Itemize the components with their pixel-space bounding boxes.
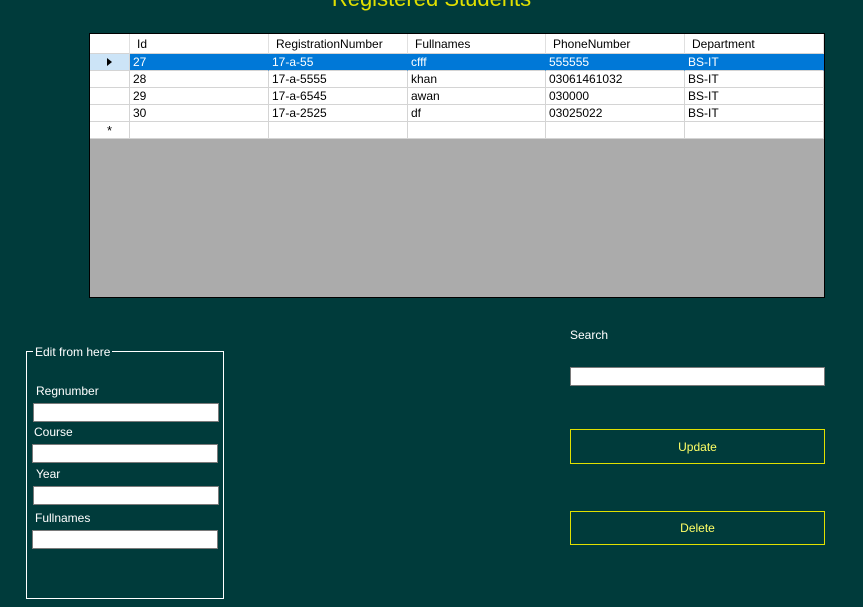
- cell-registration-number[interactable]: 17-a-55: [269, 54, 408, 71]
- table-row[interactable]: 27 17-a-55 cfff 555555 BS-IT: [90, 54, 824, 71]
- cell-registration-number[interactable]: 17-a-5555: [269, 71, 408, 88]
- cell-department[interactable]: BS-IT: [685, 71, 824, 88]
- new-row-star-icon[interactable]: *: [90, 122, 130, 139]
- fullnames-input[interactable]: [32, 530, 218, 549]
- update-button[interactable]: Update: [570, 429, 825, 464]
- grid-header-row: Id RegistrationNumber Fullnames PhoneNum…: [90, 34, 824, 54]
- new-cell-id[interactable]: [130, 122, 269, 139]
- search-label: Search: [570, 328, 609, 342]
- edit-groupbox-legend: Edit from here: [33, 345, 113, 359]
- table-row[interactable]: 28 17-a-5555 khan 03061461032 BS-IT: [90, 71, 824, 88]
- column-header-fullnames[interactable]: Fullnames: [408, 34, 546, 54]
- cell-phone-number[interactable]: 555555: [546, 54, 685, 71]
- new-cell-department[interactable]: [685, 122, 824, 139]
- course-input[interactable]: [32, 444, 218, 463]
- cell-registration-number[interactable]: 17-a-6545: [269, 88, 408, 105]
- cell-id[interactable]: 27: [130, 54, 269, 71]
- cell-department[interactable]: BS-IT: [685, 88, 824, 105]
- year-label: Year: [36, 467, 61, 481]
- students-data-grid[interactable]: Id RegistrationNumber Fullnames PhoneNum…: [89, 33, 825, 298]
- regnumber-label: Regnumber: [36, 384, 99, 398]
- delete-button[interactable]: Delete: [570, 511, 825, 545]
- row-header[interactable]: [90, 88, 130, 105]
- column-header-id[interactable]: Id: [130, 34, 269, 54]
- new-cell-phone-number[interactable]: [546, 122, 685, 139]
- cell-id[interactable]: 28: [130, 71, 269, 88]
- year-input[interactable]: [33, 486, 219, 505]
- column-header-department[interactable]: Department: [685, 34, 824, 54]
- cell-id[interactable]: 30: [130, 105, 269, 122]
- cell-department[interactable]: BS-IT: [685, 54, 824, 71]
- cell-id[interactable]: 29: [130, 88, 269, 105]
- new-row[interactable]: *: [90, 122, 824, 139]
- course-label: Course: [34, 425, 73, 439]
- cell-registration-number[interactable]: 17-a-2525: [269, 105, 408, 122]
- cell-fullnames[interactable]: awan: [408, 88, 546, 105]
- new-cell-fullnames[interactable]: [408, 122, 546, 139]
- page-title: Registered Students: [0, 0, 863, 12]
- column-header-phone-number[interactable]: PhoneNumber: [546, 34, 685, 54]
- cell-phone-number[interactable]: 030000: [546, 88, 685, 105]
- row-header[interactable]: [90, 71, 130, 88]
- cell-phone-number[interactable]: 03025022: [546, 105, 685, 122]
- cell-fullnames[interactable]: cfff: [408, 54, 546, 71]
- regnumber-input[interactable]: [33, 403, 219, 422]
- search-input[interactable]: [570, 367, 825, 386]
- cell-phone-number[interactable]: 03061461032: [546, 71, 685, 88]
- row-header[interactable]: [90, 54, 130, 71]
- table-row[interactable]: 29 17-a-6545 awan 030000 BS-IT: [90, 88, 824, 105]
- fullnames-label: Fullnames: [35, 511, 91, 525]
- table-row[interactable]: 30 17-a-2525 df 03025022 BS-IT: [90, 105, 824, 122]
- cell-fullnames[interactable]: df: [408, 105, 546, 122]
- row-header[interactable]: [90, 105, 130, 122]
- column-header-registration-number[interactable]: RegistrationNumber: [269, 34, 408, 54]
- new-cell-registration-number[interactable]: [269, 122, 408, 139]
- cell-department[interactable]: BS-IT: [685, 105, 824, 122]
- grid-corner-header[interactable]: [90, 34, 130, 54]
- current-row-arrow-icon: [107, 58, 112, 66]
- cell-fullnames[interactable]: khan: [408, 71, 546, 88]
